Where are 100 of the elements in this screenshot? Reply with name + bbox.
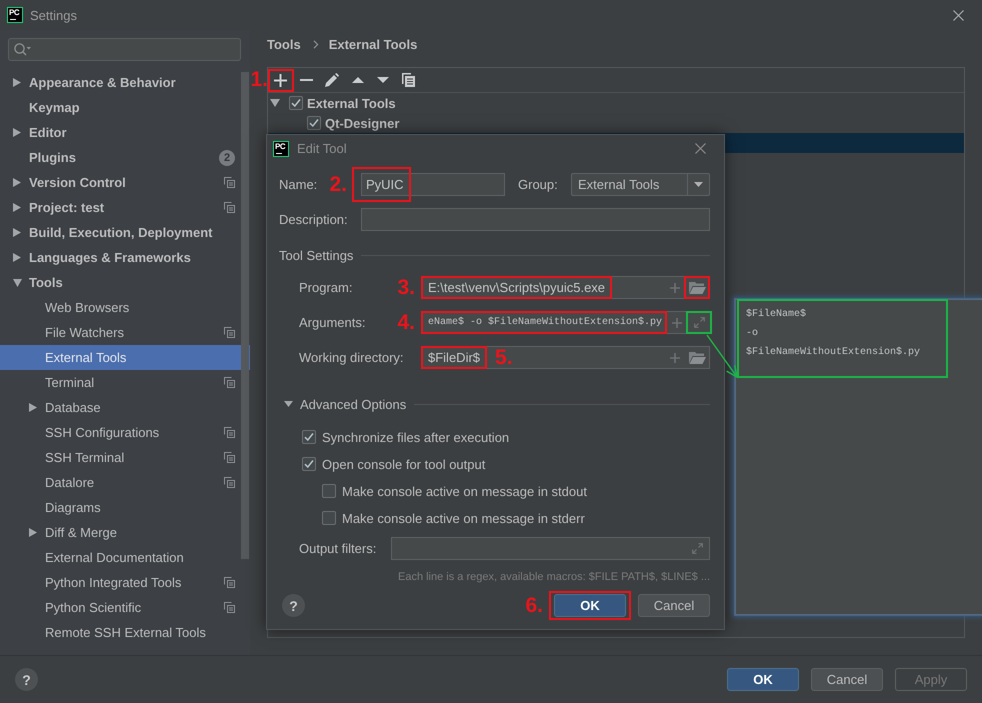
- checkbox[interactable]: [322, 484, 336, 498]
- expand-button[interactable]: [686, 311, 712, 334]
- tool-row[interactable]: External Tools: [268, 93, 964, 113]
- sidebar-item[interactable]: Keymap: [0, 95, 250, 120]
- sidebar-item[interactable]: Build, Execution, Deployment: [0, 220, 250, 245]
- sidebar-item[interactable]: Editor: [0, 120, 250, 145]
- field-label: Working directory:: [299, 350, 404, 365]
- expand-icon: [692, 543, 702, 554]
- dialog-button[interactable]: Cancel: [638, 594, 710, 617]
- move-up-button[interactable]: [352, 77, 364, 83]
- scrollbar[interactable]: [241, 72, 249, 559]
- sidebar-item[interactable]: Datalore: [0, 470, 250, 495]
- arrow-right-icon[interactable]: [13, 203, 21, 212]
- step-number: 4.: [397, 312, 415, 334]
- sidebar-item[interactable]: Python Integrated Tools: [0, 570, 250, 595]
- option-label: Open console for tool output: [322, 456, 486, 472]
- add-button[interactable]: [268, 68, 294, 92]
- group-dropdown[interactable]: External Tools: [571, 173, 710, 196]
- checkbox[interactable]: [322, 511, 336, 525]
- checkbox[interactable]: [289, 96, 303, 110]
- help-button[interactable]: ?: [282, 594, 305, 617]
- arrow-right-icon[interactable]: [29, 528, 37, 537]
- sidebar-item[interactable]: Remote SSH External Tools: [0, 620, 250, 645]
- section-title: Tool Settings: [279, 248, 354, 262]
- name-field[interactable]: [361, 173, 505, 196]
- plus-icon: [670, 282, 680, 292]
- arguments-field[interactable]: eName$ -o $FileNameWithoutExtension$.py: [421, 311, 712, 334]
- option-label: Synchronize files after execution: [322, 430, 510, 444]
- close-button[interactable]: [695, 143, 706, 154]
- sidebar-item[interactable]: External Documentation: [0, 545, 250, 570]
- field-label: Program:: [299, 280, 352, 295]
- directory-field[interactable]: $FileDir$ 5.: [421, 346, 710, 369]
- program-field[interactable]: E:\test\venv\Scripts\pyuic5.exe: [421, 276, 710, 299]
- sidebar-item[interactable]: Tools: [0, 270, 250, 295]
- arrow-right-icon[interactable]: [13, 178, 21, 187]
- field-label: Arguments:: [299, 315, 366, 330]
- dialog-button[interactable]: Cancel: [811, 668, 883, 691]
- field-label: Description:: [279, 212, 348, 227]
- checkbox[interactable]: [302, 457, 316, 471]
- count-badge: 2: [219, 150, 235, 166]
- tool-name: External Tools: [307, 96, 396, 110]
- sidebar-item[interactable]: SSH Configurations: [0, 420, 250, 445]
- plus-icon: [672, 318, 682, 328]
- sidebar-item[interactable]: External Tools: [0, 345, 250, 370]
- arrow-down-icon[interactable]: [13, 278, 22, 286]
- sidebar-item[interactable]: Project: test: [0, 195, 250, 220]
- sidebar-item[interactable]: SSH Terminal: [0, 445, 250, 470]
- output-filters-field[interactable]: [391, 537, 710, 560]
- folder-icon: [688, 282, 706, 294]
- step-number: 2.: [329, 174, 347, 196]
- sidebar-item[interactable]: Python Scientific: [0, 595, 250, 620]
- sidebar-item[interactable]: Diff & Merge: [0, 520, 250, 545]
- sidebar-item[interactable]: Appearance & Behavior: [0, 70, 250, 95]
- field-value: eName$ -o $FileNameWithoutExtension$.py: [421, 311, 668, 334]
- arrow-down-icon[interactable]: [284, 401, 293, 407]
- edit-button[interactable]: [324, 73, 339, 87]
- arguments-editor[interactable]: $FileName$ -o $FileNameWithoutExtension$.py: [735, 299, 982, 615]
- sidebar-item[interactable]: File Watchers: [0, 320, 250, 345]
- close-icon: [695, 143, 706, 154]
- copy-icon: [402, 73, 416, 87]
- triangle-up-icon: [352, 77, 364, 83]
- arrow-down-icon[interactable]: [270, 99, 280, 107]
- sidebar-item[interactable]: Terminal: [0, 370, 250, 395]
- arrow-right-icon[interactable]: [13, 128, 21, 137]
- close-button[interactable]: [953, 10, 964, 20]
- arrow-right-icon[interactable]: [13, 78, 21, 87]
- arrow-right-icon[interactable]: [29, 403, 37, 412]
- check-icon: [304, 432, 314, 442]
- help-button[interactable]: ?: [15, 668, 38, 691]
- chevron-icon: [312, 40, 319, 48]
- step-number: 5.: [495, 346, 513, 368]
- sidebar-item[interactable]: Diagrams: [0, 495, 250, 520]
- sidebar-item[interactable]: Web Browsers: [0, 295, 250, 320]
- plus-icon: [670, 352, 680, 362]
- field-label: Output filters:: [299, 541, 376, 556]
- search-icon: [14, 43, 31, 56]
- checkbox[interactable]: [307, 116, 321, 130]
- sidebar-item[interactable]: Plugins 2: [0, 145, 250, 170]
- browse-button[interactable]: [688, 352, 706, 364]
- tool-row[interactable]: Qt-Designer: [268, 113, 964, 133]
- description-field[interactable]: [361, 208, 710, 231]
- arrow-right-icon[interactable]: [13, 253, 21, 262]
- arrow-right-icon[interactable]: [13, 228, 21, 237]
- move-down-button[interactable]: [377, 77, 390, 83]
- copy-button[interactable]: [402, 73, 416, 87]
- checkbox[interactable]: [302, 430, 316, 444]
- sidebar-item[interactable]: Database: [0, 395, 250, 420]
- dialog-button[interactable]: OK: [727, 668, 799, 691]
- window-title: Settings: [30, 8, 77, 22]
- field-value: E:\test\venv\Scripts\pyuic5.exe: [421, 276, 612, 299]
- breadcrumb-item[interactable]: Tools: [267, 36, 301, 52]
- tool-name: Qt-Designer: [325, 116, 400, 130]
- sidebar-item[interactable]: Version Control: [0, 170, 250, 195]
- dialog-title: Edit Tool: [297, 141, 347, 156]
- field-label: Group:: [518, 177, 558, 192]
- dialog-button[interactable]: OK: [554, 594, 626, 617]
- check-icon: [304, 459, 314, 469]
- search-field[interactable]: [8, 38, 241, 61]
- browse-button[interactable]: [684, 276, 710, 299]
- sidebar-item[interactable]: Languages & Frameworks: [0, 245, 250, 270]
